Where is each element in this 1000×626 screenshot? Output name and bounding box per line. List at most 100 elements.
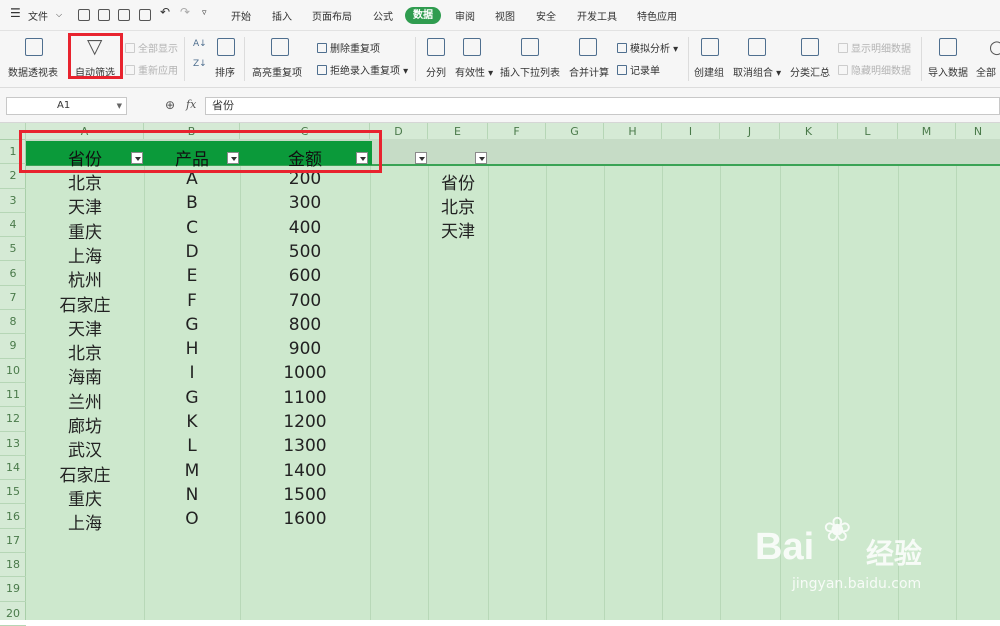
tab-security[interactable]: 安全 (536, 8, 556, 23)
table-cell[interactable]: 600 (240, 266, 370, 286)
remove-duplicates-button[interactable]: 删除重复项 (317, 40, 380, 55)
tab-home[interactable]: 开始 (231, 8, 251, 23)
column-header[interactable]: H (604, 123, 662, 140)
row-header[interactable]: 20 (0, 602, 26, 626)
print-icon[interactable] (118, 9, 130, 21)
redo-icon[interactable]: ↷ (180, 5, 190, 19)
criteria-cell[interactable]: 北京 (428, 193, 488, 218)
row-header[interactable]: 7 (0, 286, 26, 311)
sort-button[interactable]: 排序 (215, 64, 235, 79)
validity-button[interactable]: 有效性 ▾ (455, 64, 493, 79)
record-form-button[interactable]: 记录单 (617, 62, 660, 77)
table-cell[interactable]: 1000 (240, 363, 370, 383)
row-header[interactable]: 3 (0, 189, 26, 213)
row-header[interactable]: 10 (0, 359, 26, 383)
column-header[interactable]: I (662, 123, 720, 140)
tab-review[interactable]: 审阅 (455, 8, 475, 23)
row-header[interactable]: 11 (0, 383, 26, 408)
table-cell[interactable]: N (144, 485, 240, 505)
undo-icon[interactable]: ↶ (160, 5, 170, 19)
table-cell[interactable]: 武汉 (26, 436, 144, 461)
what-if-analysis-button[interactable]: 模拟分析 ▾ (617, 40, 678, 55)
reapply-button[interactable]: 重新应用 (125, 62, 178, 77)
row-header[interactable]: 5 (0, 237, 26, 262)
highlight-duplicates-button[interactable]: 高亮重复项 (252, 64, 302, 79)
consolidate-button[interactable]: 合并计算 (569, 64, 609, 79)
table-cell[interactable]: 300 (240, 193, 370, 213)
tab-page-layout[interactable]: 页面布局 (312, 8, 352, 23)
show-detail-button[interactable]: 显示明细数据 (838, 40, 911, 55)
table-cell[interactable]: 天津 (26, 315, 144, 340)
criteria-cell[interactable]: 天津 (428, 217, 488, 242)
split-column-button[interactable]: 分列 (426, 64, 446, 79)
table-cell[interactable]: C (144, 218, 240, 238)
table-cell[interactable]: D (144, 242, 240, 262)
table-cell[interactable]: 重庆 (26, 485, 144, 510)
tab-formula[interactable]: 公式 (373, 8, 393, 23)
show-all-button[interactable]: 全部显示 (125, 40, 178, 55)
row-header[interactable]: 4 (0, 213, 26, 238)
table-cell[interactable]: 1400 (240, 461, 370, 481)
refresh-all-button[interactable]: 全部 (976, 64, 996, 79)
table-cell[interactable]: 1300 (240, 436, 370, 456)
table-cell[interactable]: 廊坊 (26, 412, 144, 437)
subtotal-button[interactable]: 分类汇总 (790, 64, 830, 79)
table-cell[interactable]: 800 (240, 315, 370, 335)
table-cell[interactable]: G (144, 315, 240, 335)
tab-special[interactable]: 特色应用 (637, 8, 677, 23)
table-cell[interactable]: 石家庄 (26, 291, 144, 316)
table-cell[interactable]: 1100 (240, 388, 370, 408)
row-header[interactable]: 18 (0, 553, 26, 578)
table-cell[interactable]: 石家庄 (26, 461, 144, 486)
chevron-down-icon[interactable]: ▼ (117, 98, 122, 114)
column-header[interactable]: L (838, 123, 898, 140)
table-cell[interactable]: 天津 (26, 193, 144, 218)
table-cell[interactable]: O (144, 509, 240, 529)
column-header[interactable]: J (720, 123, 780, 140)
chevron-down-icon[interactable]: ⌵ (56, 10, 62, 20)
table-cell[interactable]: E (144, 266, 240, 286)
save-icon[interactable] (78, 9, 90, 21)
table-cell[interactable]: 1200 (240, 412, 370, 432)
table-cell[interactable]: 1600 (240, 509, 370, 529)
tab-data[interactable]: 数据 (405, 7, 441, 24)
table-cell[interactable]: M (144, 461, 240, 481)
name-box[interactable]: A1 ▼ (6, 97, 127, 115)
hamburger-icon[interactable]: ☰ (10, 6, 21, 20)
column-header[interactable]: F (488, 123, 546, 140)
table-cell[interactable]: B (144, 193, 240, 213)
row-header[interactable]: 14 (0, 456, 26, 481)
table-cell[interactable]: K (144, 412, 240, 432)
row-header[interactable]: 12 (0, 407, 26, 432)
column-header[interactable]: G (546, 123, 604, 140)
hide-detail-button[interactable]: 隐藏明细数据 (838, 62, 911, 77)
sort-desc-icon[interactable]: Z↓ (193, 59, 207, 69)
zoom-icon[interactable]: ⊕ (165, 98, 175, 112)
tab-developer[interactable]: 开发工具 (577, 8, 617, 23)
table-cell[interactable]: L (144, 436, 240, 456)
filter-dropdown-button[interactable] (415, 152, 427, 164)
table-cell[interactable]: 上海 (26, 242, 144, 267)
menu-file[interactable]: 文件 (28, 8, 48, 23)
table-cell[interactable]: 500 (240, 242, 370, 262)
row-header[interactable]: 15 (0, 480, 26, 505)
table-cell[interactable]: 400 (240, 218, 370, 238)
insert-dropdown-list-button[interactable]: 插入下拉列表 (500, 64, 560, 79)
column-header[interactable]: N (956, 123, 1000, 140)
row-header[interactable]: 17 (0, 529, 26, 554)
tab-view[interactable]: 视图 (495, 8, 515, 23)
customize-icon[interactable]: ▿ (202, 8, 207, 18)
row-header[interactable]: 16 (0, 505, 26, 529)
tab-insert[interactable]: 插入 (272, 8, 292, 23)
table-cell[interactable]: 海南 (26, 363, 144, 388)
print-preview-icon[interactable] (139, 9, 151, 21)
import-data-button[interactable]: 导入数据 (928, 64, 968, 79)
table-cell[interactable]: 1500 (240, 485, 370, 505)
formula-input[interactable]: 省份 (205, 97, 1000, 115)
row-header[interactable]: 9 (0, 334, 26, 359)
pivot-table-button[interactable]: 数据透视表 (8, 64, 58, 79)
table-cell[interactable]: 北京 (26, 339, 144, 364)
sort-asc-icon[interactable]: A↓ (193, 39, 207, 49)
table-cell[interactable]: 重庆 (26, 218, 144, 243)
table-cell[interactable]: 700 (240, 291, 370, 311)
